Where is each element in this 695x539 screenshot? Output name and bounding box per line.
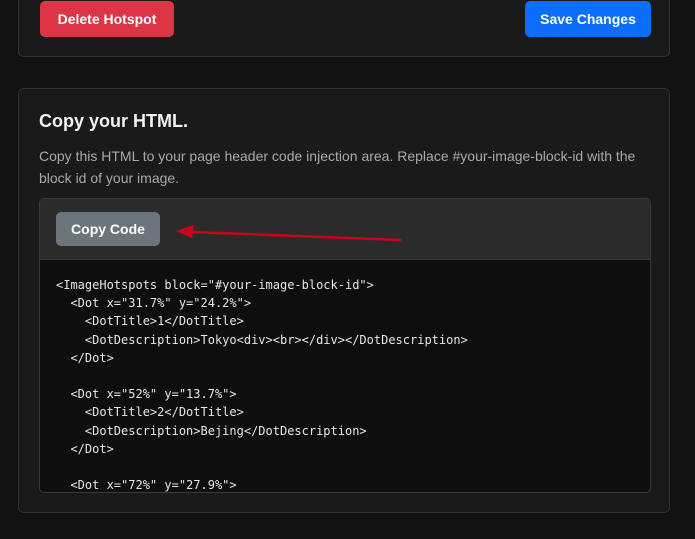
delete-hotspot-button[interactable]: Delete Hotspot bbox=[40, 1, 174, 37]
copy-html-card: Copy your HTML. Copy this HTML to your p… bbox=[18, 88, 670, 513]
hotspot-actions-card: Delete Hotspot Save Changes bbox=[18, 0, 670, 57]
code-line: <DotDescription>Tokyo<div><br></div></Do… bbox=[56, 332, 468, 347]
code-line: <DotTitle>2</DotTitle> bbox=[56, 405, 244, 420]
code-line: <Dot x="31.7%" y="24.2%"> bbox=[56, 296, 252, 311]
code-snippet[interactable]: <ImageHotspots block="#your-image-block-… bbox=[56, 276, 468, 493]
code-line: </Dot> bbox=[56, 350, 114, 365]
save-changes-button[interactable]: Save Changes bbox=[525, 1, 651, 37]
code-line: <Dot x="72%" y="27.9%"> bbox=[56, 478, 237, 493]
section-title: Copy your HTML. bbox=[39, 111, 188, 131]
code-line: <Dot x="52%" y="13.7%"> bbox=[56, 387, 237, 402]
copy-code-button[interactable]: Copy Code bbox=[56, 212, 160, 246]
code-line: </Dot> bbox=[56, 441, 114, 456]
code-line: <DotTitle>1</DotTitle> bbox=[56, 314, 244, 329]
code-line: <ImageHotspots block="#your-image-block-… bbox=[56, 278, 374, 292]
code-line: <DotDescription>Bejing</DotDescription> bbox=[56, 423, 367, 438]
red-arrow-icon bbox=[176, 225, 402, 242]
section-description: Copy this HTML to your page header code … bbox=[39, 148, 636, 186]
